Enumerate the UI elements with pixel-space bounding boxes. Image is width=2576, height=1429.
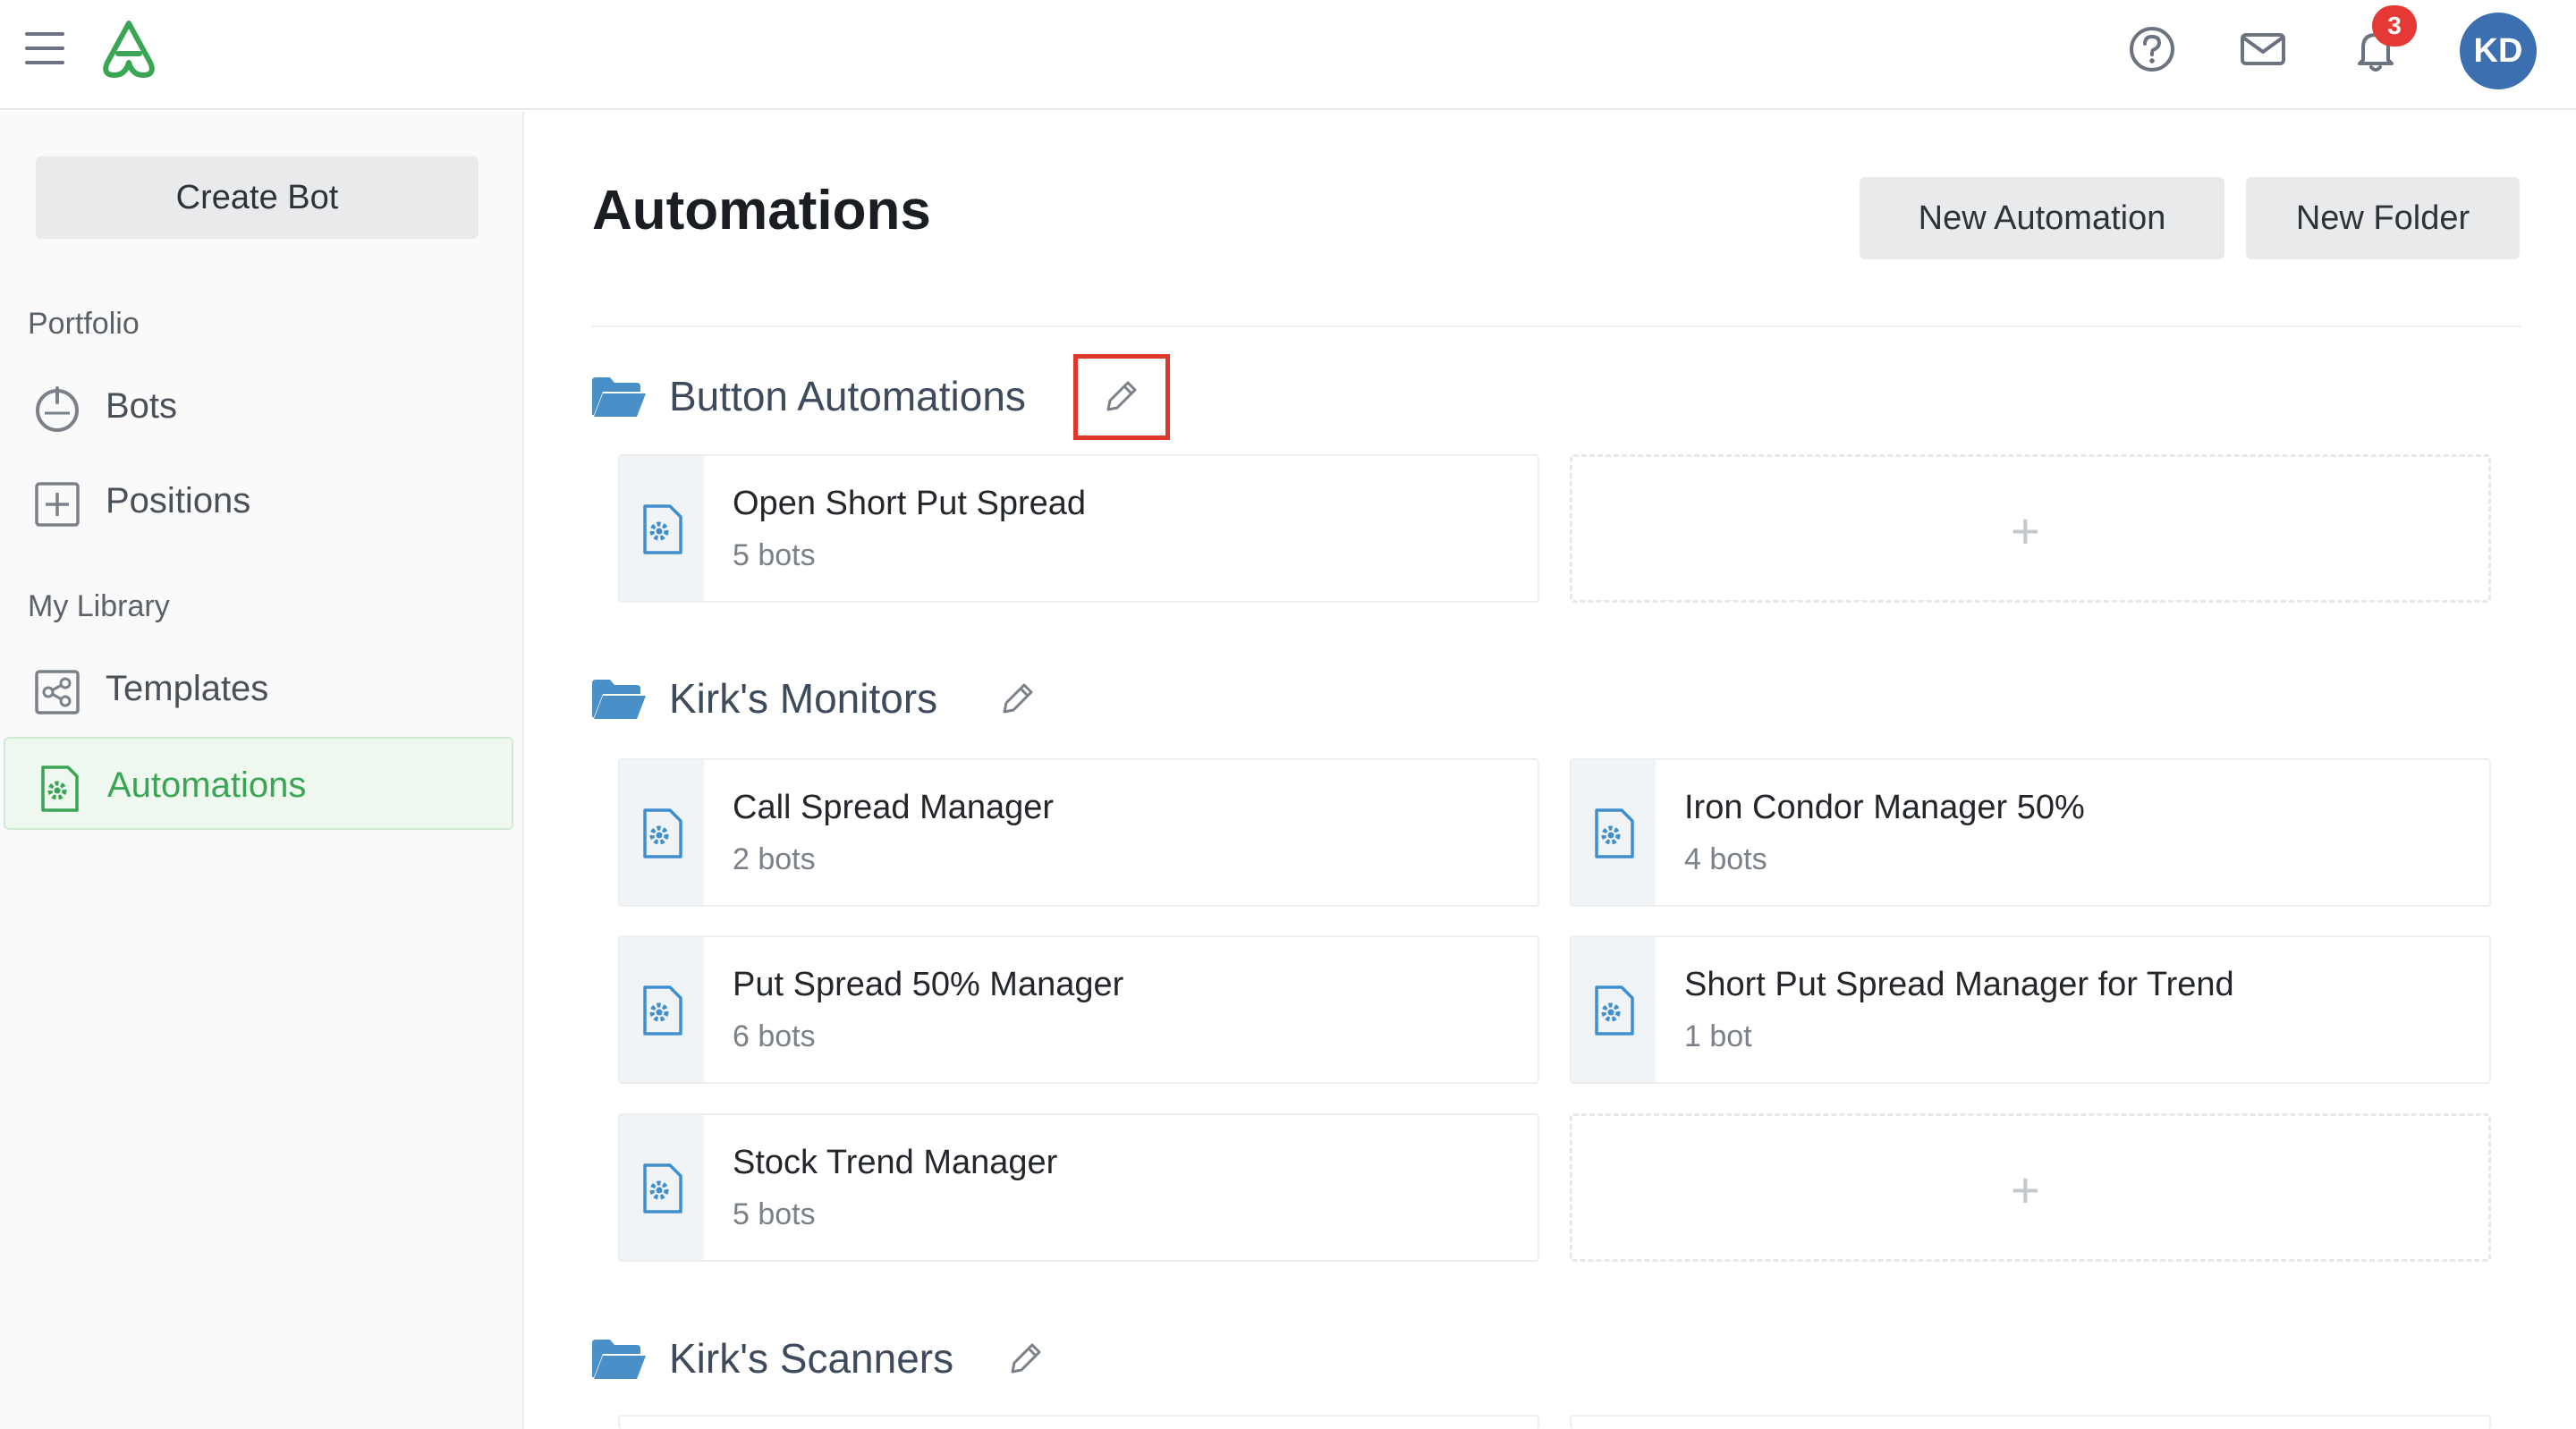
automation-card[interactable]: Stock Trend Manager 5 bots	[618, 1113, 1539, 1262]
folder-name: Button Automations	[669, 373, 1026, 419]
new-automation-button[interactable]: New Automation	[1860, 177, 2224, 259]
sidebar-item-positions[interactable]: Positions	[4, 454, 513, 547]
automation-gear-icon	[1595, 985, 1634, 1036]
bot-count: 4 bots	[1684, 842, 1767, 876]
portfolio-section-label: Portfolio	[28, 307, 140, 341]
top-navigation-bar: 3 KD	[0, 0, 2576, 110]
bot-count: 1 bot	[1684, 1019, 1752, 1053]
automation-gear-icon	[41, 765, 79, 812]
sidebar-item-label: Automations	[107, 765, 307, 805]
bot-count: 5 bots	[733, 1197, 816, 1231]
bot-count: 2 bots	[733, 842, 816, 876]
plus-square-icon	[35, 482, 80, 527]
create-bot-button[interactable]: Create Bot	[36, 156, 479, 239]
power-icon	[36, 386, 79, 432]
add-automation-card[interactable]: +	[1570, 1113, 2491, 1262]
automation-gear-icon	[643, 985, 682, 1036]
plus-icon: +	[2011, 503, 2040, 559]
sidebar-item-bots[interactable]: Bots	[4, 359, 513, 452]
header-divider	[592, 326, 2521, 327]
pencil-edit-icon[interactable]	[1004, 1338, 1046, 1381]
share-icon	[35, 670, 80, 714]
mail-icon[interactable]	[2236, 22, 2290, 76]
pencil-edit-icon[interactable]	[996, 678, 1038, 721]
automation-card-partial[interactable]	[1570, 1415, 2491, 1429]
hamburger-menu-icon[interactable]	[23, 27, 68, 72]
automation-card[interactable]: Put Spread 50% Manager 6 bots	[618, 935, 1539, 1084]
user-avatar[interactable]: KD	[2460, 13, 2537, 89]
add-automation-card[interactable]: +	[1570, 454, 2491, 603]
automation-name: Short Put Spread Manager for Trend	[1684, 966, 2234, 1003]
folder-header-kirks-monitors[interactable]: Kirk's Monitors	[590, 671, 1038, 733]
new-folder-button[interactable]: New Folder	[2246, 177, 2520, 259]
automation-name: Open Short Put Spread	[733, 485, 1087, 522]
sidebar-item-templates[interactable]: Templates	[4, 642, 513, 735]
automation-name: Stock Trend Manager	[733, 1144, 1058, 1181]
plus-icon: +	[2011, 1162, 2040, 1218]
automation-gear-icon	[1595, 808, 1634, 858]
automation-card[interactable]: Call Spread Manager 2 bots	[618, 758, 1539, 907]
edit-highlight-annotation	[1073, 354, 1170, 440]
sidebar: Create Bot Portfolio Bots Positions My L…	[0, 112, 524, 1429]
automation-name: Call Spread Manager	[733, 789, 1055, 826]
folder-open-icon	[592, 680, 646, 719]
folder-open-icon	[592, 377, 646, 417]
notification-count-badge: 3	[2372, 5, 2417, 47]
sidebar-item-automations[interactable]: Automations	[4, 737, 513, 830]
automation-name: Iron Condor Manager 50%	[1684, 789, 2085, 826]
sidebar-item-label: Positions	[106, 481, 251, 520]
sidebar-item-label: Bots	[106, 386, 178, 426]
sidebar-item-label: Templates	[106, 669, 269, 708]
automation-card[interactable]: Short Put Spread Manager for Trend 1 bot	[1570, 935, 2491, 1084]
automation-name: Put Spread 50% Manager	[733, 966, 1124, 1003]
bot-count: 6 bots	[733, 1019, 816, 1053]
folder-name: Kirk's Scanners	[669, 1335, 954, 1382]
app-logo[interactable]	[95, 18, 163, 80]
automation-gear-icon	[643, 808, 682, 858]
automation-card[interactable]: Iron Condor Manager 50% 4 bots	[1570, 758, 2491, 907]
help-icon[interactable]	[2125, 22, 2179, 76]
page-title: Automations	[592, 180, 931, 241]
automation-card-partial[interactable]	[618, 1415, 1539, 1429]
folder-header-button-automations[interactable]: Button Automations	[590, 368, 1091, 431]
bot-count: 5 bots	[733, 538, 816, 572]
my-library-section-label: My Library	[28, 589, 170, 623]
folder-header-kirks-scanners[interactable]: Kirk's Scanners	[590, 1331, 1046, 1393]
automation-gear-icon	[643, 504, 682, 554]
automation-card[interactable]: Open Short Put Spread 5 bots	[618, 454, 1539, 603]
folder-name: Kirk's Monitors	[669, 675, 938, 722]
automation-gear-icon	[643, 1163, 682, 1213]
folder-open-icon	[592, 1340, 646, 1379]
